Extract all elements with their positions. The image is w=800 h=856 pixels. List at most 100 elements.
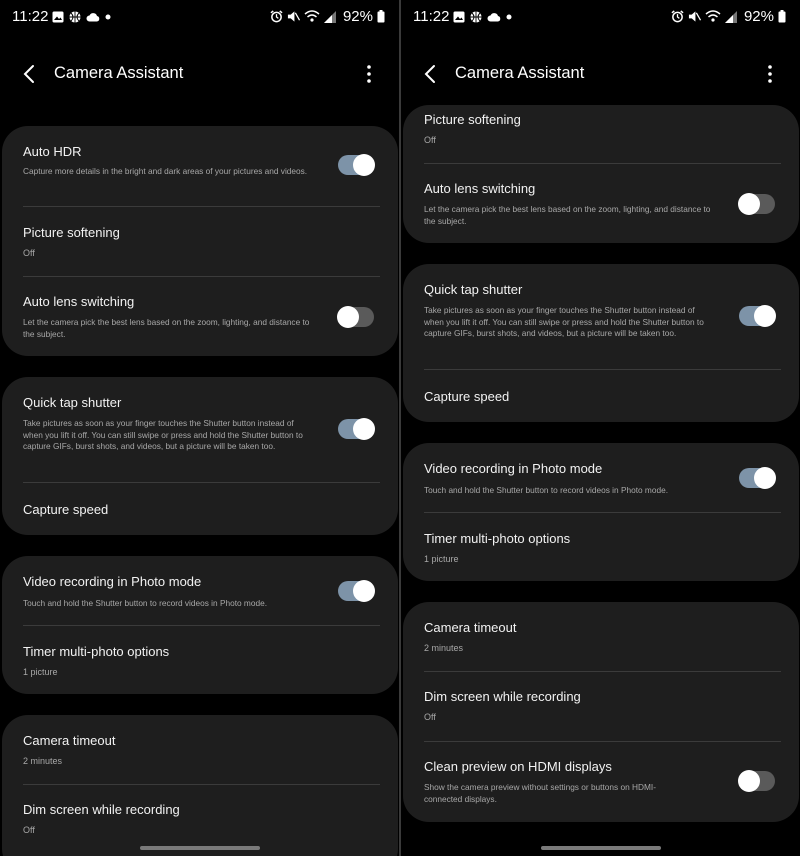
setting-title: Quick tap shutter bbox=[424, 282, 523, 297]
setting-description: Capture more details in the bright and d… bbox=[23, 166, 308, 176]
settings-card-2: Quick tap shutter Take pictures as soon … bbox=[2, 377, 398, 535]
setting-auto-lens-switching[interactable]: Auto lens switching Let the camera pick … bbox=[403, 164, 799, 243]
settings-card-3: Video recording in Photo mode Touch and … bbox=[403, 443, 799, 581]
cloud-icon bbox=[487, 13, 501, 22]
setting-value: 1 picture bbox=[23, 667, 58, 677]
wifi-call-icon bbox=[705, 10, 721, 22]
more-options-icon[interactable] bbox=[357, 62, 381, 86]
settings-card-1: Auto HDR Capture more details in the bri… bbox=[2, 126, 398, 356]
back-arrow-icon[interactable] bbox=[419, 62, 443, 86]
settings-card-2: Quick tap shutter Take pictures as soon … bbox=[403, 264, 799, 422]
setting-title: Camera timeout bbox=[23, 733, 116, 748]
setting-video-recording-photo-mode[interactable]: Video recording in Photo mode Touch and … bbox=[2, 556, 398, 625]
setting-title: Capture speed bbox=[424, 389, 510, 404]
screen-right: 11:22 92% Camera Assistant Picture softe… bbox=[401, 0, 800, 856]
setting-camera-timeout[interactable]: Camera timeout 2 minutes bbox=[2, 715, 398, 784]
setting-value: Off bbox=[23, 825, 35, 835]
app-header: Camera Assistant bbox=[0, 52, 399, 96]
setting-title: Quick tap shutter bbox=[23, 395, 122, 410]
setting-title: Timer multi-photo options bbox=[23, 644, 170, 659]
status-bar: 11:22 92% bbox=[401, 0, 800, 36]
settings-card-3: Video recording in Photo mode Touch and … bbox=[2, 556, 398, 694]
app-header: Camera Assistant bbox=[401, 52, 800, 96]
setting-camera-timeout[interactable]: Camera timeout 2 minutes bbox=[403, 602, 799, 671]
setting-title: Clean preview on HDMI displays bbox=[424, 759, 612, 774]
setting-picture-softening[interactable]: Picture softening Off bbox=[403, 105, 799, 163]
status-bar: 11:22 92% bbox=[0, 0, 399, 36]
setting-capture-speed[interactable]: Capture speed bbox=[2, 483, 398, 535]
status-time: 11:22 bbox=[413, 8, 450, 25]
setting-description: Touch and hold the Shutter button to rec… bbox=[424, 485, 668, 495]
setting-description: Take pictures as soon as your finger tou… bbox=[424, 305, 704, 338]
setting-auto-lens-switching[interactable]: Auto lens switching Let the camera pick … bbox=[2, 277, 398, 356]
setting-description: Touch and hold the Shutter button to rec… bbox=[23, 598, 267, 608]
setting-auto-hdr[interactable]: Auto HDR Capture more details in the bri… bbox=[2, 126, 398, 206]
setting-value: 2 minutes bbox=[23, 756, 63, 766]
setting-title: Timer multi-photo options bbox=[424, 531, 571, 546]
setting-dim-screen[interactable]: Dim screen while recording Off bbox=[2, 785, 398, 855]
setting-value: Off bbox=[424, 712, 436, 722]
setting-title: Camera timeout bbox=[424, 620, 517, 635]
setting-title: Video recording in Photo mode bbox=[424, 461, 603, 476]
settings-card-4: Camera timeout 2 minutes Dim screen whil… bbox=[2, 715, 398, 856]
cloud-icon bbox=[86, 13, 100, 22]
gallery-icon bbox=[52, 11, 64, 23]
screen-left: 11:22 92% Camera Assistant Auto HDR Capt… bbox=[0, 0, 399, 856]
setting-value: Off bbox=[23, 248, 35, 258]
setting-title: Video recording in Photo mode bbox=[23, 574, 202, 589]
setting-timer-multi-photo[interactable]: Timer multi-photo options 1 picture bbox=[2, 626, 398, 694]
gallery-icon bbox=[453, 11, 465, 23]
alarm-icon bbox=[671, 10, 684, 23]
setting-value: 2 minutes bbox=[424, 643, 464, 653]
settings-card-4: Camera timeout 2 minutes Dim screen whil… bbox=[403, 602, 799, 822]
setting-title: Picture softening bbox=[23, 225, 120, 240]
setting-clean-preview-hdmi[interactable]: Clean preview on HDMI displays Show the … bbox=[403, 742, 799, 822]
setting-description: Let the camera pick the best lens based … bbox=[424, 204, 711, 226]
signal-icon bbox=[724, 10, 737, 23]
setting-video-recording-photo-mode[interactable]: Video recording in Photo mode Touch and … bbox=[403, 443, 799, 512]
setting-value: 1 picture bbox=[424, 554, 459, 564]
setting-quick-tap-shutter[interactable]: Quick tap shutter Take pictures as soon … bbox=[2, 377, 398, 481]
setting-description: Let the camera pick the best lens based … bbox=[23, 317, 310, 339]
more-options-icon[interactable] bbox=[758, 62, 782, 86]
alarm-icon bbox=[270, 10, 283, 23]
mute-icon bbox=[287, 11, 300, 22]
auto-lens-switching-toggle[interactable] bbox=[337, 306, 374, 328]
signal-icon bbox=[323, 10, 336, 23]
home-indicator bbox=[541, 846, 661, 850]
battery-percent: 92% bbox=[743, 8, 774, 25]
auto-lens-switching-toggle[interactable] bbox=[738, 193, 775, 215]
setting-title: Auto lens switching bbox=[424, 181, 536, 196]
back-arrow-icon[interactable] bbox=[18, 62, 42, 86]
video-recording-toggle[interactable] bbox=[739, 467, 776, 489]
setting-timer-multi-photo[interactable]: Timer multi-photo options 1 picture bbox=[403, 513, 799, 581]
setting-description: Take pictures as soon as your finger tou… bbox=[23, 418, 303, 451]
setting-title: Capture speed bbox=[23, 502, 109, 517]
status-time: 11:22 bbox=[12, 8, 49, 25]
auto-hdr-toggle[interactable] bbox=[338, 154, 375, 176]
clean-preview-hdmi-toggle[interactable] bbox=[738, 770, 775, 792]
notification-dot-icon bbox=[506, 14, 512, 20]
setting-quick-tap-shutter[interactable]: Quick tap shutter Take pictures as soon … bbox=[403, 264, 799, 368]
setting-value: Off bbox=[424, 135, 436, 145]
video-recording-toggle[interactable] bbox=[338, 580, 375, 602]
setting-picture-softening[interactable]: Picture softening Off bbox=[2, 207, 398, 276]
basketball-icon bbox=[470, 11, 482, 23]
page-title: Camera Assistant bbox=[455, 64, 585, 82]
battery-icon bbox=[377, 10, 385, 23]
setting-capture-speed[interactable]: Capture speed bbox=[403, 370, 799, 422]
setting-title: Auto HDR bbox=[23, 144, 82, 159]
setting-title: Picture softening bbox=[424, 112, 521, 127]
page-title: Camera Assistant bbox=[54, 64, 184, 82]
battery-percent: 92% bbox=[342, 8, 373, 25]
home-indicator bbox=[140, 846, 260, 850]
quick-tap-shutter-toggle[interactable] bbox=[739, 305, 776, 327]
wifi-call-icon bbox=[304, 10, 320, 22]
basketball-icon bbox=[69, 11, 81, 23]
setting-title: Dim screen while recording bbox=[23, 802, 180, 817]
setting-dim-screen[interactable]: Dim screen while recording Off bbox=[403, 672, 799, 741]
settings-card-1: Picture softening Off Auto lens switchin… bbox=[403, 105, 799, 243]
quick-tap-shutter-toggle[interactable] bbox=[338, 418, 375, 440]
setting-title: Dim screen while recording bbox=[424, 689, 581, 704]
battery-icon bbox=[778, 10, 786, 23]
